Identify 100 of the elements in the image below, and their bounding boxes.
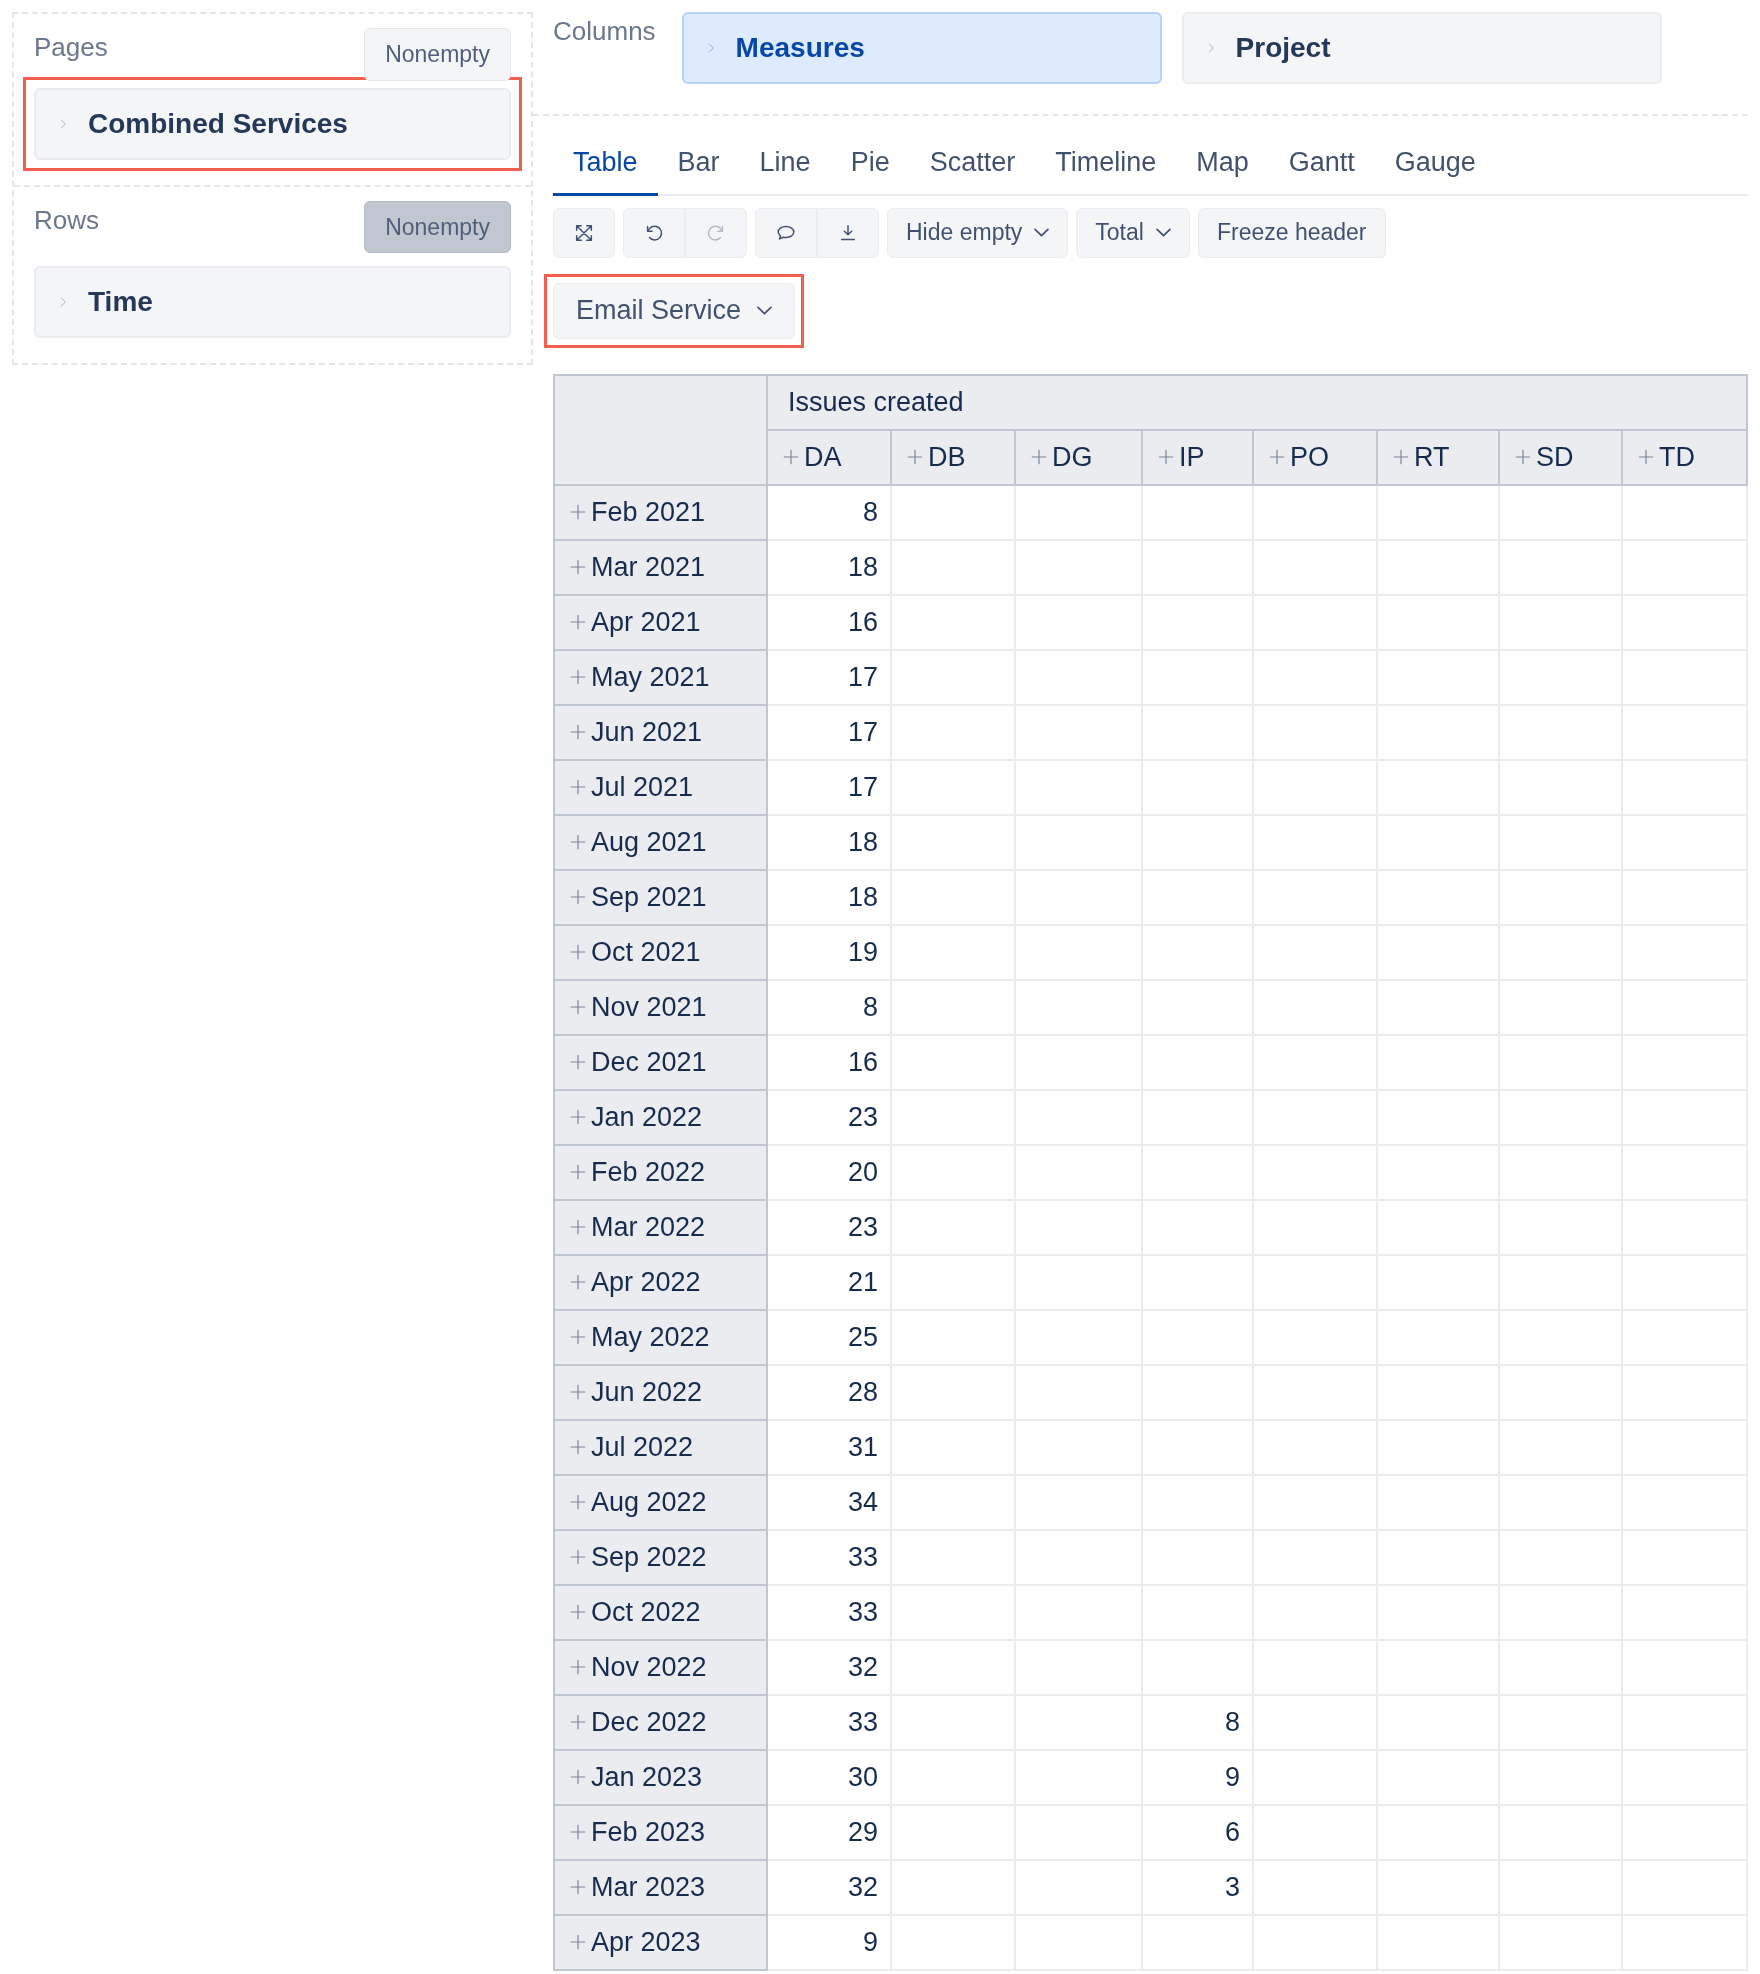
- nonempty-toggle[interactable]: Nonempty: [364, 200, 511, 253]
- row-label: Mar 2021: [591, 550, 706, 584]
- view-tab[interactable]: Map: [1176, 130, 1269, 196]
- table-cell: 23: [767, 1089, 891, 1145]
- expand-icon[interactable]: [569, 777, 587, 796]
- expand-icon[interactable]: [569, 1602, 587, 1621]
- expand-icon[interactable]: [569, 997, 587, 1016]
- column-label: DA: [804, 440, 842, 474]
- hide-empty-dropdown[interactable]: Hide empty: [887, 207, 1069, 258]
- row-label: Aug 2022: [591, 1485, 707, 1519]
- caret-icon: [1155, 228, 1171, 237]
- row-label: May 2021: [591, 660, 710, 694]
- row-label: Dec 2021: [591, 1045, 707, 1079]
- expand-icon[interactable]: [569, 667, 587, 686]
- expand-icon[interactable]: [569, 1382, 587, 1401]
- table-cell: 8: [1142, 1694, 1253, 1750]
- row-label: Nov 2021: [591, 990, 707, 1024]
- table-cell: 29: [767, 1804, 891, 1860]
- expand-icon[interactable]: [782, 447, 800, 466]
- row-label: May 2022: [591, 1320, 710, 1354]
- expand-icon[interactable]: [569, 612, 587, 631]
- view-tab[interactable]: Scatter: [909, 130, 1036, 196]
- total-dropdown[interactable]: Total: [1076, 207, 1190, 258]
- table-cell: 9: [767, 1914, 891, 1970]
- expand-icon[interactable]: [569, 1327, 587, 1346]
- expand-icon[interactable]: [569, 1712, 587, 1731]
- expand-icon[interactable]: [569, 1547, 587, 1566]
- expand-icon[interactable]: [569, 1822, 587, 1841]
- view-tab[interactable]: Line: [739, 130, 831, 196]
- table-cell: 18: [767, 539, 891, 595]
- freeze-header-button[interactable]: Freeze header: [1197, 207, 1386, 258]
- nonempty-toggle[interactable]: Nonempty: [364, 28, 511, 81]
- expand-icon[interactable]: [569, 1767, 587, 1786]
- view-tab[interactable]: Table: [553, 130, 658, 196]
- row-label: Dec 2022: [591, 1705, 707, 1739]
- table-cell: 16: [767, 594, 891, 650]
- expand-icon[interactable]: [1030, 447, 1048, 466]
- expand-icon[interactable]: [1392, 447, 1410, 466]
- expand-icon[interactable]: [569, 502, 587, 521]
- expand-icon[interactable]: [569, 1492, 587, 1511]
- row-label: Feb 2023: [591, 1815, 706, 1849]
- expand-icon[interactable]: [1514, 447, 1532, 466]
- column-label: IP: [1179, 440, 1205, 474]
- row-label: Jun 2021: [591, 715, 703, 749]
- row-label: Nov 2022: [591, 1650, 707, 1684]
- download-button[interactable]: [817, 207, 879, 258]
- expand-icon[interactable]: [569, 1162, 587, 1181]
- expand-icon[interactable]: [569, 1217, 587, 1236]
- dimension-chip[interactable]: Measures: [681, 12, 1162, 84]
- column-label: RT: [1414, 440, 1450, 474]
- table-cell: 34: [767, 1474, 891, 1530]
- table-cell: 25: [767, 1309, 891, 1365]
- dimension-chip[interactable]: Time: [34, 266, 511, 338]
- expand-icon[interactable]: [569, 722, 587, 741]
- expand-icon[interactable]: [906, 447, 924, 466]
- table-cell: 17: [767, 649, 891, 705]
- expand-icon[interactable]: [569, 942, 587, 961]
- expand-icon[interactable]: [569, 557, 587, 576]
- row-label: Jan 2022: [591, 1100, 703, 1134]
- section-title: Columns: [553, 15, 656, 48]
- expand-icon[interactable]: [1268, 447, 1286, 466]
- row-label: Oct 2021: [591, 935, 701, 969]
- table-cell: 32: [767, 1639, 891, 1695]
- expand-icon[interactable]: [569, 1657, 587, 1676]
- column-label: TD: [1659, 440, 1695, 474]
- comment-button[interactable]: [755, 207, 817, 258]
- table-cell: 20: [767, 1144, 891, 1200]
- dimension-chip[interactable]: Combined Services: [34, 87, 511, 160]
- expand-icon[interactable]: [569, 1932, 587, 1951]
- fullscreen-button[interactable]: [553, 207, 615, 258]
- expand-icon[interactable]: [569, 1877, 587, 1896]
- table-cell: 28: [767, 1364, 891, 1420]
- column-label: PO: [1290, 440, 1329, 474]
- table-cell: 18: [767, 869, 891, 925]
- column-label: DB: [928, 440, 966, 474]
- undo-button[interactable]: [623, 207, 685, 258]
- table-cell: 21: [767, 1254, 891, 1310]
- view-tab[interactable]: Gantt: [1268, 130, 1375, 196]
- view-tab[interactable]: Timeline: [1035, 130, 1177, 196]
- expand-icon[interactable]: [569, 887, 587, 906]
- table-cell: 19: [767, 924, 891, 980]
- view-tab[interactable]: Gauge: [1374, 130, 1496, 196]
- dimension-chip[interactable]: Project: [1181, 12, 1662, 84]
- row-label: Jun 2022: [591, 1375, 703, 1409]
- expand-icon[interactable]: [569, 1107, 587, 1126]
- expand-icon[interactable]: [1637, 447, 1655, 466]
- view-tab[interactable]: Bar: [657, 130, 740, 196]
- view-tab[interactable]: Pie: [830, 130, 910, 196]
- table-cell: 8: [767, 484, 891, 540]
- expand-icon[interactable]: [569, 1272, 587, 1291]
- page-filter-dropdown[interactable]: Email Service: [553, 282, 796, 339]
- expand-icon[interactable]: [569, 832, 587, 851]
- expand-icon[interactable]: [569, 1437, 587, 1456]
- table-cell: 31: [767, 1419, 891, 1475]
- row-label: Jul 2022: [591, 1430, 694, 1464]
- row-label: Oct 2022: [591, 1595, 701, 1629]
- caret-icon: [757, 306, 773, 315]
- table-cell: 9: [1142, 1749, 1253, 1805]
- expand-icon[interactable]: [1157, 447, 1175, 466]
- expand-icon[interactable]: [569, 1052, 587, 1071]
